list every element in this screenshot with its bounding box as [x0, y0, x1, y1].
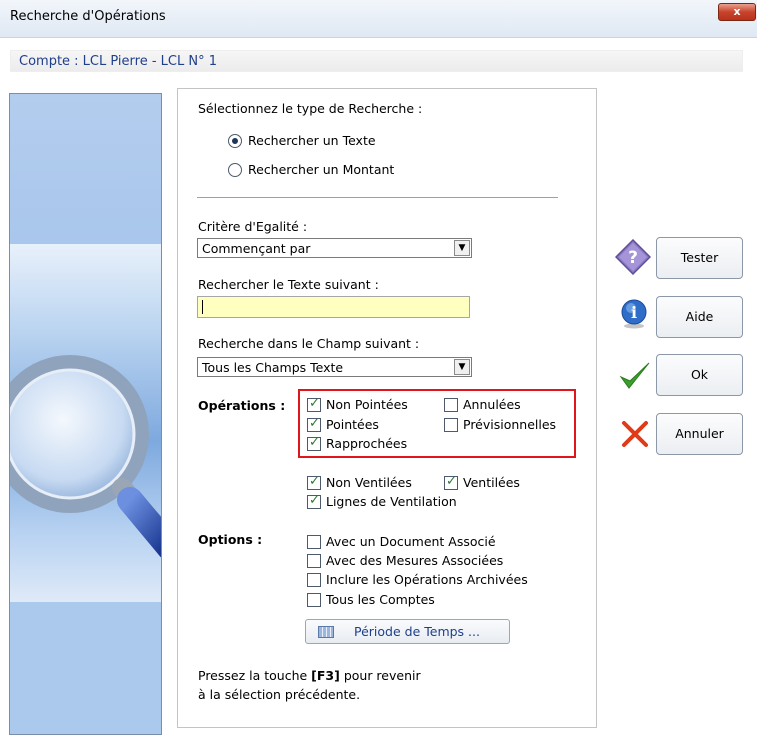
checkbox-rapprochees[interactable]	[307, 435, 321, 451]
question-icon: ?	[615, 239, 651, 275]
help-button[interactable]: Aide	[656, 296, 743, 338]
test-button[interactable]: Tester	[656, 237, 743, 279]
info-icon: i	[621, 299, 647, 329]
cross-icon	[622, 421, 648, 447]
operations-label: Opérations :	[198, 398, 286, 413]
checkbox-previsionnelles-label: Prévisionnelles	[463, 417, 557, 432]
svg-text:?: ?	[628, 248, 638, 268]
checkbox-lignes-ventilation-label: Lignes de Ventilation	[326, 494, 457, 509]
chevron-down-icon[interactable]: ▼	[454, 359, 470, 375]
check-icon	[619, 362, 650, 389]
chevron-down-icon[interactable]: ▼	[454, 240, 470, 256]
checkbox-non-ventilees[interactable]	[307, 474, 321, 490]
footer-hint-line2: à la sélection précédente.	[198, 687, 361, 702]
radio-search-text-label: Rechercher un Texte	[248, 133, 376, 148]
search-text-label: Rechercher le Texte suivant :	[198, 277, 379, 292]
checkbox-pointees-label: Pointées	[326, 417, 379, 432]
ok-button[interactable]: Ok	[656, 354, 743, 396]
field-value: Tous les Champs Texte	[202, 360, 344, 375]
checkbox-annulees-label: Annulées	[463, 397, 521, 412]
close-icon: x	[733, 5, 741, 18]
cancel-button[interactable]: Annuler	[656, 413, 743, 455]
radio-search-amount[interactable]	[228, 163, 242, 177]
period-button[interactable]: Période de Temps ...	[305, 619, 510, 644]
radio-search-amount-label: Rechercher un Montant	[248, 162, 395, 177]
checkbox-mesures-associees-label: Avec des Mesures Associées	[326, 553, 504, 568]
checkbox-mesures-associees[interactable]	[307, 554, 321, 568]
close-button[interactable]: x	[718, 3, 756, 21]
checkbox-annulees[interactable]	[444, 398, 458, 412]
decorative-side-banner	[9, 93, 162, 735]
footer-hint-line1: Pressez la touche [F3] pour revenir	[198, 668, 421, 683]
search-text-input[interactable]	[197, 296, 470, 318]
window-title: Recherche d'Opérations	[10, 9, 166, 24]
criteria-value: Commençant par	[202, 241, 311, 256]
checkbox-non-pointees-label: Non Pointées	[326, 397, 408, 412]
period-button-label: Période de Temps ...	[354, 624, 480, 639]
checkbox-tous-comptes-label: Tous les Comptes	[326, 592, 435, 607]
field-select[interactable]: Tous les Champs Texte ▼	[197, 357, 472, 377]
magnifier-icon	[10, 355, 161, 558]
svg-text:i: i	[631, 303, 637, 322]
calendar-icon	[318, 626, 334, 638]
checkbox-document-associe-label: Avec un Document Associé	[326, 534, 496, 549]
checkbox-operations-archivees[interactable]	[307, 573, 321, 587]
checkbox-pointees[interactable]	[307, 416, 321, 432]
search-type-heading: Sélectionnez le type de Recherche :	[198, 101, 423, 116]
title-bar: Recherche d'Opérations x	[0, 0, 757, 38]
options-label: Options :	[198, 532, 263, 547]
criteria-label: Critère d'Egalité :	[198, 219, 308, 234]
account-bar: Compte : LCL Pierre - LCL N° 1	[10, 50, 743, 72]
divider	[197, 197, 558, 198]
checkbox-previsionnelles[interactable]	[444, 418, 458, 432]
criteria-select[interactable]: Commençant par ▼	[197, 238, 472, 258]
checkbox-rapprochees-label: Rapprochées	[326, 436, 408, 451]
account-label: Compte : LCL Pierre - LCL N° 1	[19, 54, 217, 69]
checkbox-tous-comptes[interactable]	[307, 593, 321, 607]
radio-search-text[interactable]	[228, 134, 242, 148]
checkbox-non-pointees[interactable]	[307, 396, 321, 412]
checkbox-ventilees[interactable]	[444, 474, 458, 490]
field-label: Recherche dans le Champ suivant :	[198, 336, 420, 351]
checkbox-operations-archivees-label: Inclure les Opérations Archivées	[326, 572, 528, 587]
checkbox-lignes-ventilation[interactable]	[307, 493, 321, 509]
checkbox-ventilees-label: Ventilées	[463, 475, 520, 490]
checkbox-document-associe[interactable]	[307, 535, 321, 549]
checkbox-non-ventilees-label: Non Ventilées	[326, 475, 412, 490]
